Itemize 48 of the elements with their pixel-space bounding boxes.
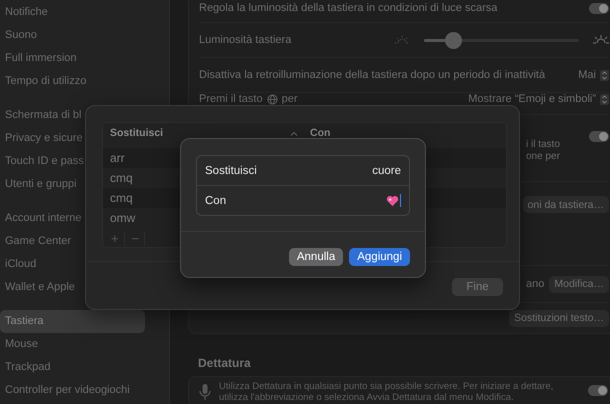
sidebar-item[interactable]: Trackpad [0, 356, 145, 379]
sidebar-item[interactable]: Tastiera [0, 310, 145, 333]
setting-description: i il tasto one per [526, 139, 560, 163]
dictation-description: Utilizza Dettatura in qualsiasi punto sia possibile scrivere. Per iniziare a dettare, utilizza l'abbreviazione o seleziona Avvia Dettatura dal menu Modifica. [219, 381, 554, 403]
sort-chevron-icon [290, 130, 298, 136]
setting-label: Premi il tasto per [199, 93, 298, 105]
toggle-switch[interactable] [588, 385, 608, 396]
input-field[interactable]: cuore [372, 164, 401, 176]
remove-button[interactable]: − [126, 230, 146, 246]
settings-button[interactable]: Sostituzioni testo… [509, 310, 609, 326]
sidebar-item[interactable]: Notifiche [0, 1, 145, 24]
microphone-icon [199, 383, 211, 401]
field-label: Sostituisci [205, 164, 257, 176]
setting-label: Disattiva la retroilluminazione della tastiera dopo un periodo di inattività [199, 69, 546, 81]
dim-brightness-icon [394, 35, 410, 45]
updown-chevron-icon [600, 94, 609, 104]
settings-button[interactable]: Modifica… [549, 276, 609, 292]
globe-icon [266, 94, 278, 104]
table-cell: cmq [110, 191, 133, 205]
updown-chevron-icon [600, 70, 609, 80]
sidebar-item[interactable]: Full immersion [0, 47, 145, 70]
column-header[interactable]: Sostituisci [110, 127, 290, 139]
sidebar-item[interactable]: Controller per videogiochi [0, 379, 145, 402]
sidebar-item[interactable]: Suono [0, 24, 145, 47]
field-label: Con [205, 194, 226, 206]
popup-menu[interactable]: Mostrare “Emoji e simboli” [468, 93, 609, 105]
toggle-switch[interactable] [589, 131, 609, 142]
section-title: Dettatura [197, 355, 252, 372]
input-field[interactable] [386, 194, 401, 207]
settings-button[interactable]: oni da tastiera… [522, 196, 609, 213]
done-button[interactable]: Fine [452, 278, 503, 296]
bright-brightness-icon [593, 35, 609, 45]
heart-icon [386, 194, 398, 206]
table-cell: cmq [110, 171, 133, 185]
add-button[interactable]: + [106, 230, 125, 246]
table-cell: arr [110, 151, 125, 165]
dialog-button[interactable]: Annulla [288, 248, 344, 266]
setting-label: Regola la luminosità della tastiera in condizioni di luce scarsa [199, 2, 498, 14]
popup-menu[interactable]: Mai [578, 69, 609, 81]
sidebar-item[interactable]: Mouse [0, 333, 145, 356]
setting-label: Luminosità tastiera [199, 34, 292, 46]
sidebar-item[interactable]: Tempo di utilizzo [0, 70, 145, 93]
dialog-button[interactable]: Aggiungi [349, 248, 410, 266]
setting-label: ano [526, 278, 544, 290]
column-header[interactable]: Con [310, 127, 330, 139]
toggle-switch[interactable] [589, 2, 609, 14]
brightness-slider[interactable] [424, 32, 579, 48]
table-cell: omw [110, 211, 136, 225]
